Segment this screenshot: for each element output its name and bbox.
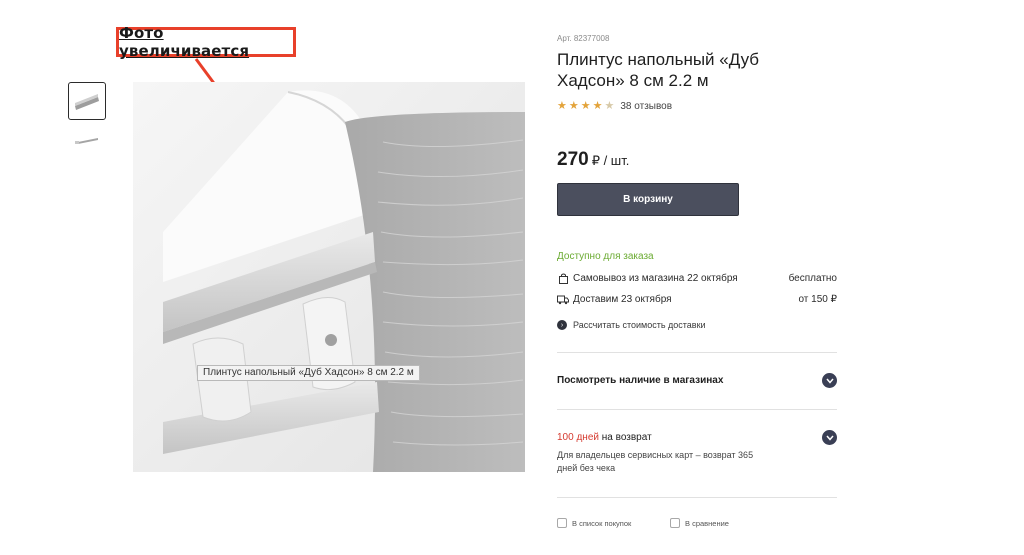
truck-icon <box>557 293 569 305</box>
checkbox-icon[interactable] <box>670 518 680 528</box>
return-days: 100 дней <box>557 432 599 443</box>
compare-checkbox[interactable]: В сравнение <box>670 518 729 528</box>
shopping-list-label: В список покупок <box>572 518 632 528</box>
star-icon: ★ <box>592 100 603 112</box>
chevron-down-icon[interactable] <box>822 373 837 388</box>
delivery-calculator-label: Рассчитать стоимость доставки <box>573 320 706 330</box>
half-star-icon: ★ <box>604 100 615 112</box>
pickup-row: Самовывоз из магазина 22 октября бесплат… <box>557 271 837 285</box>
divider <box>557 352 837 353</box>
checkbox-icon[interactable] <box>557 518 567 528</box>
availability-status: Доступно для заказа <box>557 251 654 262</box>
product-sku: Арт. 82377008 <box>557 34 610 43</box>
plinth-thumbnail-icon <box>75 94 99 110</box>
rating[interactable]: ★ ★ ★ ★ ★ 38 отзывов <box>557 100 672 112</box>
product-actions: В список покупок В сравнение <box>557 518 729 528</box>
star-icon: ★ <box>568 100 579 112</box>
plinth-profile-thumbnail-icon <box>75 138 98 144</box>
return-label: на возврат <box>601 432 652 443</box>
delivery-label: Доставим 23 октября <box>573 293 672 305</box>
product-image[interactable]: Плинтус напольный «Дуб Хадсон» 8 см 2.2 … <box>133 82 525 472</box>
bag-icon <box>557 272 569 284</box>
delivery-row: Доставим 23 октября от 150 ₽ <box>557 292 837 306</box>
divider <box>557 497 837 498</box>
pickup-price: бесплатно <box>788 272 837 284</box>
product-title: Плинтус напольный «Дуб Хадсон» 8 см 2.2 … <box>557 50 760 90</box>
annotation-box: Фото увеличивается <box>116 24 296 60</box>
thumbnail-2[interactable] <box>68 131 106 149</box>
store-availability-accordion[interactable]: Посмотреть наличие в магазинах <box>557 373 837 388</box>
thumbnail-1[interactable] <box>68 82 106 120</box>
store-availability-label: Посмотреть наличие в магазинах <box>557 375 724 386</box>
shopping-list-checkbox[interactable]: В список покупок <box>557 518 670 528</box>
price-value: 270 <box>557 149 589 170</box>
image-tooltip: Плинтус напольный «Дуб Хадсон» 8 см 2.2 … <box>197 365 420 381</box>
price: 270 ₽ / шт. <box>557 149 629 171</box>
price-unit: ₽ / шт. <box>591 153 630 168</box>
return-policy-accordion[interactable]: 100 дней на возврат Для владельцев серви… <box>557 430 837 475</box>
pickup-label: Самовывоз из магазина 22 октября <box>573 272 738 284</box>
reviews-link[interactable]: 38 отзывов <box>620 101 672 112</box>
compare-label: В сравнение <box>685 518 729 528</box>
divider <box>557 409 837 410</box>
plinth-photo-icon <box>133 82 525 472</box>
delivery-price: от 150 ₽ <box>798 293 837 305</box>
chevron-down-icon[interactable] <box>822 430 837 445</box>
star-icon: ★ <box>580 100 591 112</box>
arrow-right-icon: › <box>557 320 567 330</box>
return-description: Для владельцев сервисных карт – возврат … <box>557 450 754 473</box>
star-icon: ★ <box>557 100 567 112</box>
add-to-cart-button[interactable]: В корзину <box>557 183 739 216</box>
delivery-calculator-link[interactable]: › Рассчитать стоимость доставки <box>557 320 706 330</box>
